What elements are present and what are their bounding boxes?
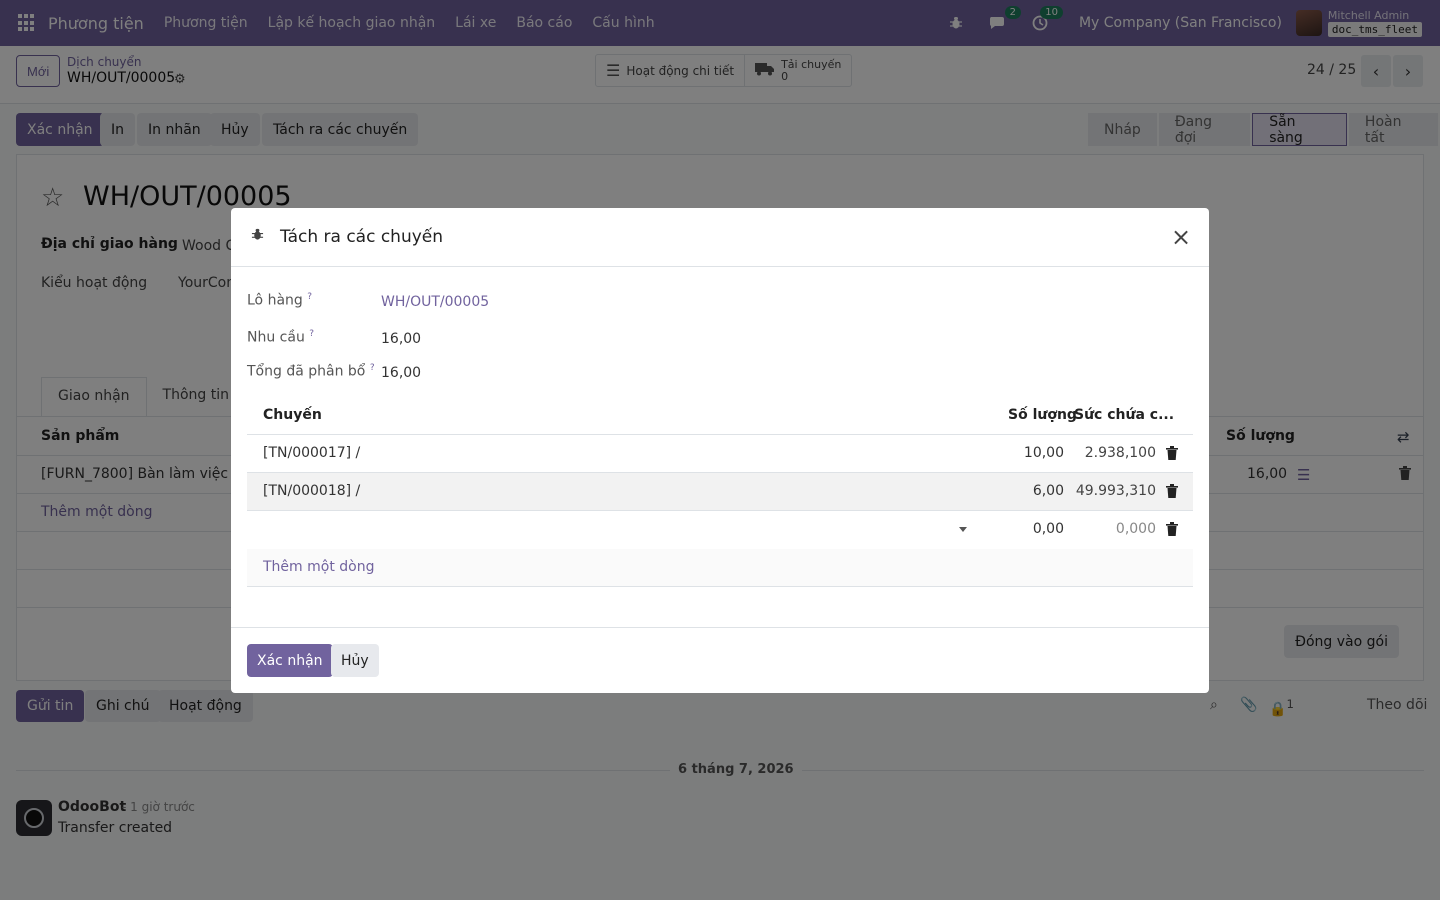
- dialog-cancel-button[interactable]: Hủy: [331, 644, 379, 677]
- column-capacity[interactable]: Sức chứa c...: [1074, 407, 1174, 423]
- bug-icon: [251, 228, 264, 245]
- add-line-row: Thêm một dòng: [247, 549, 1193, 587]
- allocated-value: 16,00: [381, 365, 422, 381]
- trip-capacity: 2.938,100: [1084, 445, 1156, 461]
- table-row[interactable]: [TN/000017] / 10,00 2.938,100: [247, 435, 1193, 473]
- demand-label: Nhu cầu ?: [247, 329, 315, 346]
- trip-capacity: 49.993,310: [1075, 483, 1156, 499]
- help-icon[interactable]: ?: [309, 329, 314, 339]
- dialog-header: Tách ra các chuyến ×: [231, 208, 1209, 267]
- editable-row[interactable]: 0,00 0,000: [247, 511, 1193, 550]
- table-row[interactable]: [TN/000018] / 6,00 49.993,310: [247, 473, 1193, 511]
- dialog-title: Tách ra các chuyến: [280, 227, 444, 247]
- trash-icon[interactable]: [1166, 446, 1178, 460]
- help-icon[interactable]: ?: [307, 292, 312, 302]
- trip-quantity[interactable]: 10,00: [987, 445, 1064, 461]
- dialog-footer: Xác nhận Hủy: [231, 627, 1209, 693]
- column-quantity[interactable]: Số lượng: [1008, 407, 1077, 423]
- confirm-button[interactable]: Xác nhận: [247, 644, 333, 677]
- trip-name: [TN/000018] /: [263, 483, 361, 499]
- batch-label: Lô hàng ?: [247, 292, 313, 309]
- batch-value[interactable]: WH/OUT/00005: [381, 294, 489, 310]
- column-trip[interactable]: Chuyến: [263, 407, 322, 423]
- split-trips-dialog: Tách ra các chuyến × Lô hàng ? WH/OUT/00…: [231, 208, 1209, 693]
- trip-quantity-input[interactable]: 0,00: [987, 521, 1064, 537]
- trips-table-header: Chuyến Số lượng Sức chứa c...: [247, 396, 1193, 435]
- demand-value: 16,00: [381, 331, 422, 347]
- close-icon[interactable]: ×: [1167, 224, 1195, 252]
- trip-name: [TN/000017] /: [263, 445, 361, 461]
- add-line-link[interactable]: Thêm một dòng: [263, 559, 374, 575]
- trip-capacity: 0,000: [1115, 521, 1156, 537]
- trash-icon[interactable]: [1166, 522, 1178, 536]
- trip-quantity[interactable]: 6,00: [987, 483, 1064, 499]
- dropdown-caret-icon[interactable]: [959, 527, 967, 532]
- help-icon[interactable]: ?: [370, 363, 375, 373]
- trash-icon[interactable]: [1166, 484, 1178, 498]
- allocated-label: Tổng đã phân bổ ?: [247, 363, 375, 380]
